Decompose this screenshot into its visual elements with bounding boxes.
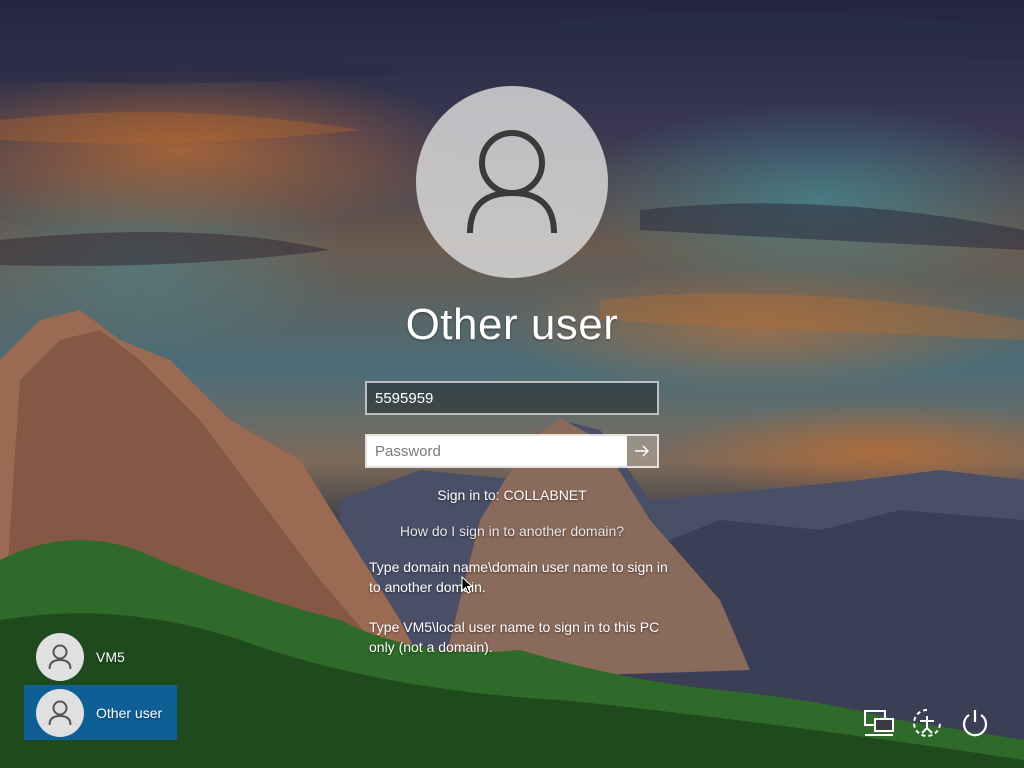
avatar — [36, 688, 84, 737]
ease-of-access-icon — [913, 709, 941, 737]
password-row — [365, 434, 659, 468]
user-tile-label: VM5 — [96, 648, 125, 665]
network-button[interactable] — [862, 706, 896, 740]
network-icon — [864, 710, 894, 736]
user-tile-vm5[interactable]: VM5 — [24, 629, 177, 684]
ease-of-access-button[interactable] — [910, 706, 944, 740]
person-icon — [48, 700, 72, 725]
user-tile-other-user[interactable]: Other user — [24, 685, 177, 740]
avatar — [36, 632, 84, 681]
mouse-cursor-icon — [461, 576, 473, 594]
arrow-right-icon — [635, 445, 649, 457]
user-tile-label: Other user — [96, 704, 163, 721]
power-button[interactable] — [958, 706, 992, 740]
help-text-local: Type VM5\local user name to sign in to t… — [369, 619, 660, 655]
person-icon — [48, 644, 72, 669]
password-field[interactable] — [367, 436, 627, 466]
help-text-domain: Type domain name\domain user name to sig… — [369, 559, 668, 595]
power-icon — [962, 710, 988, 737]
username-field[interactable] — [365, 381, 659, 415]
help-link[interactable]: How do I sign in to another domain? — [312, 523, 712, 539]
person-icon — [467, 130, 557, 234]
user-avatar-large — [416, 86, 608, 278]
sign-in-domain-text: Sign in to: COLLABNET — [437, 487, 587, 503]
user-name-title: Other user — [405, 300, 619, 349]
submit-button[interactable] — [627, 436, 657, 466]
